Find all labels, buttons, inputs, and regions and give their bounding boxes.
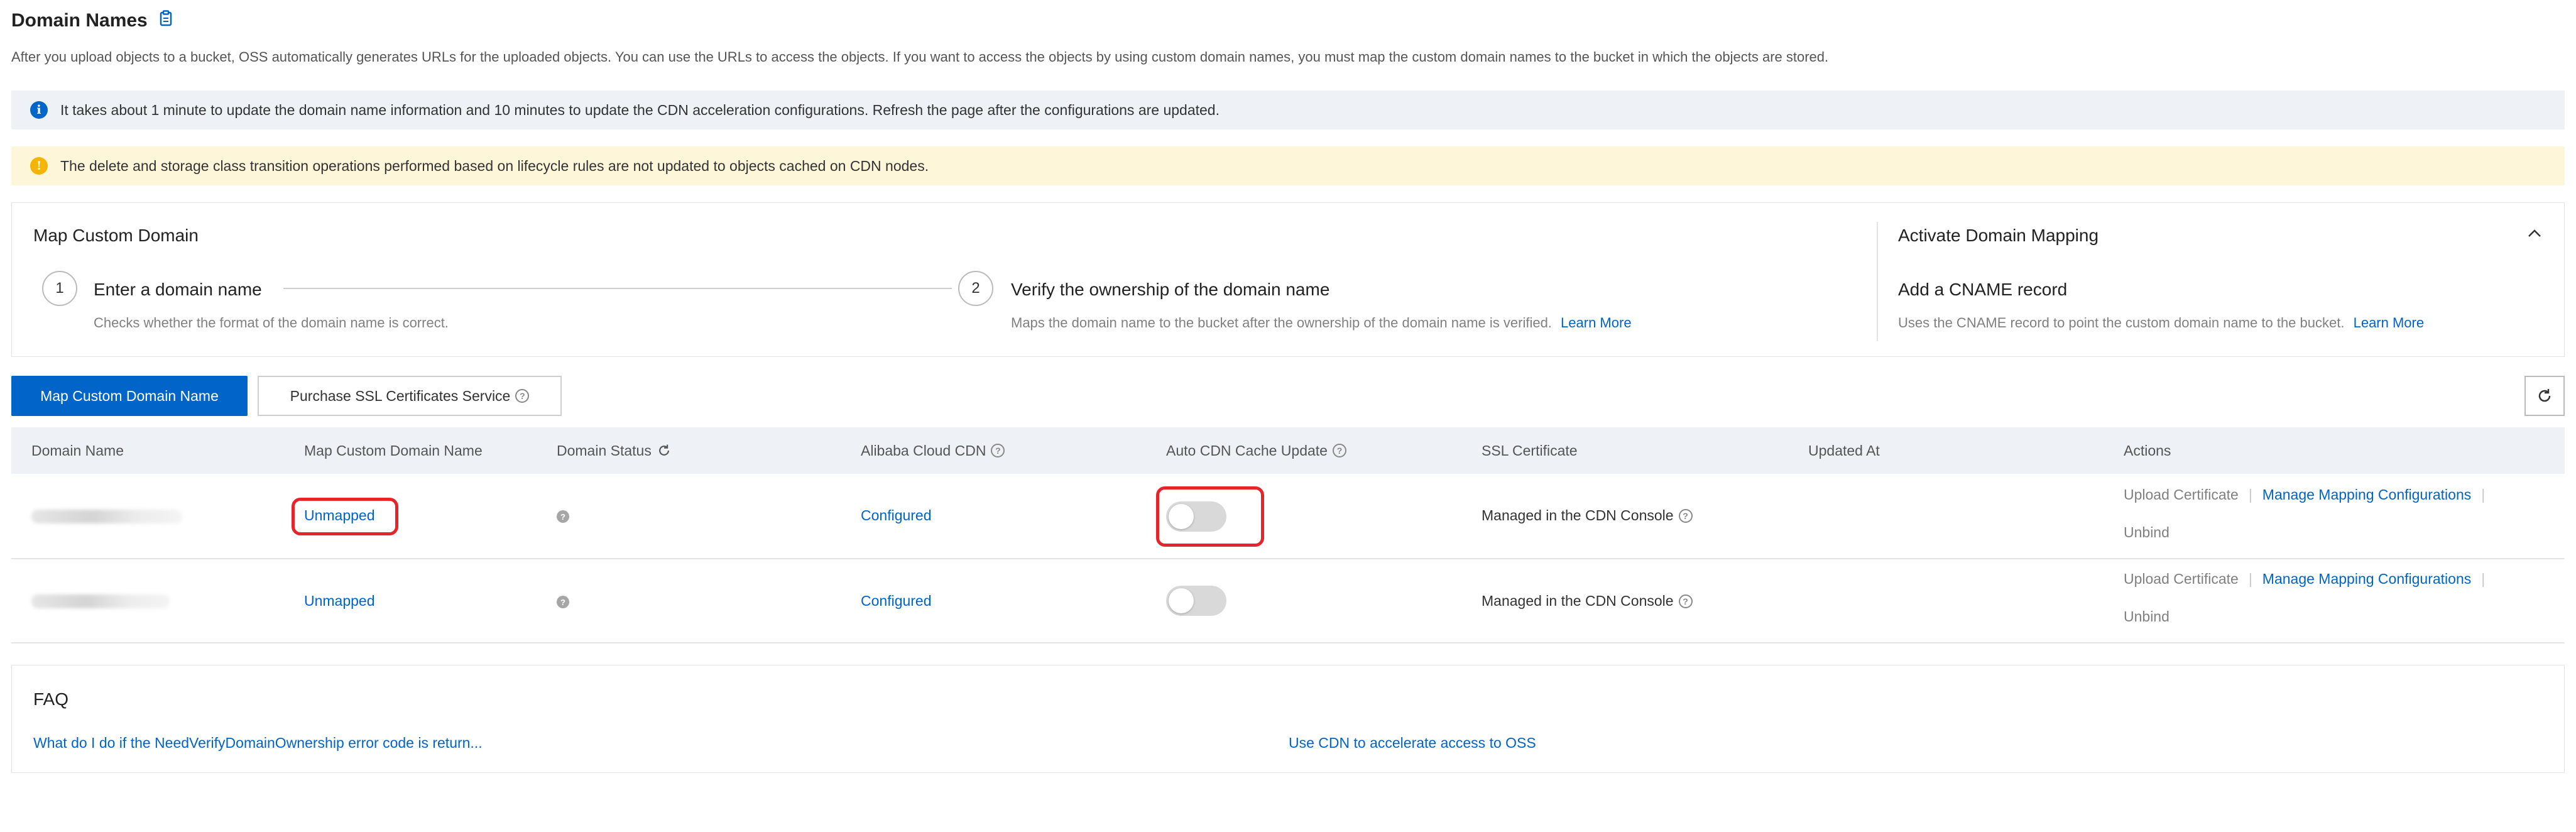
unbind-action[interactable]: Unbind (2124, 608, 2169, 625)
domain-name-cell (31, 510, 182, 523)
map-panel-title: Map Custom Domain (33, 226, 199, 245)
activate-step-title: Add a CNAME record (1898, 280, 2068, 299)
step-connector (283, 288, 952, 289)
faq-link[interactable]: Use CDN to accelerate access to OSS (1289, 735, 1536, 752)
toggle-switch[interactable] (1166, 501, 1226, 532)
page-title-text: Domain Names (11, 10, 148, 31)
toggle-knob (1169, 588, 1194, 613)
help-icon[interactable]: ? (991, 444, 1005, 457)
redacted-domain-name (31, 594, 170, 608)
col-alibaba-cdn-label: Alibaba Cloud CDN (861, 442, 986, 459)
manage-mapping-action[interactable]: Manage Mapping Configurations (2262, 486, 2471, 503)
step-2-title: Verify the ownership of the domain name (1011, 280, 1330, 299)
status-icon[interactable]: ? (557, 596, 569, 608)
copy-icon[interactable] (159, 10, 173, 31)
actions-cell: Upload Certificate | Manage Mapping Conf… (2124, 486, 2485, 503)
purchase-ssl-button[interactable]: Purchase SSL Certificates Service ? (258, 376, 562, 416)
step-1-desc: Checks whether the format of the domain … (94, 315, 449, 331)
map-custom-domain-panel: Map Custom Domain 1 Enter a domain name … (11, 202, 2565, 357)
auto-cdn-toggle[interactable] (1166, 501, 1226, 532)
faq-link[interactable]: What do I do if the NeedVerifyDomainOwne… (33, 735, 483, 752)
step-2-learn-more-link[interactable]: Learn More (1561, 315, 1632, 331)
chevron-up-icon[interactable] (2526, 226, 2543, 245)
info-notice-text: It takes about 1 minute to update the do… (60, 101, 1220, 118)
help-icon[interactable]: ? (1678, 594, 1693, 608)
redacted-domain-name (31, 510, 182, 523)
unbind-action[interactable]: Unbind (2124, 524, 2169, 541)
col-domain-status-label: Domain Status (557, 442, 652, 459)
warning-notice: ! The delete and storage class transitio… (11, 146, 2565, 185)
panel-divider (1877, 222, 1878, 341)
info-icon: i (30, 101, 48, 119)
step-2-desc-row: Maps the domain name to the bucket after… (1011, 315, 1632, 331)
col-actions: Actions (2124, 442, 2171, 459)
col-alibaba-cdn: Alibaba Cloud CDN ? (861, 427, 1005, 474)
page-description: After you upload objects to a bucket, OS… (11, 49, 1829, 65)
col-auto-cdn-label: Auto CDN Cache Update (1166, 442, 1328, 459)
action-separator: | (2481, 571, 2486, 587)
refresh-button[interactable] (2524, 376, 2565, 416)
ssl-status: Managed in the CDN Console (1482, 507, 1674, 523)
upload-certificate-action[interactable]: Upload Certificate (2124, 571, 2239, 588)
activate-learn-more-link[interactable]: Learn More (2354, 315, 2425, 331)
col-map-custom-domain: Map Custom Domain Name (304, 442, 483, 459)
status-icon[interactable]: ? (557, 510, 569, 523)
ssl-status: Managed in the CDN Console (1482, 593, 1674, 609)
col-domain-status: Domain Status (557, 427, 672, 474)
domain-name-cell (31, 594, 170, 608)
toggle-switch[interactable] (1166, 586, 1226, 616)
info-notice: i It takes about 1 minute to update the … (11, 90, 2565, 129)
auto-cdn-toggle[interactable] (1166, 586, 1226, 616)
cdn-configured-link[interactable]: Configured (861, 507, 932, 524)
col-updated-at: Updated At (1808, 442, 1880, 459)
action-separator: | (2481, 486, 2486, 503)
refresh-icon[interactable] (657, 443, 672, 458)
activate-desc: Uses the CNAME record to point the custo… (1898, 315, 2345, 331)
upload-certificate-action[interactable]: Upload Certificate (2124, 486, 2239, 503)
unmapped-link[interactable]: Unmapped (304, 507, 375, 524)
faq-panel: FAQ What do I do if the NeedVerifyDomain… (11, 665, 2565, 773)
refresh-icon (2538, 389, 2551, 402)
purchase-ssl-label: Purchase SSL Certificates Service (290, 387, 511, 404)
ssl-cell: Managed in the CDN Console ? (1482, 593, 1693, 610)
step-2-circle: 2 (958, 271, 993, 306)
manage-mapping-action[interactable]: Manage Mapping Configurations (2262, 571, 2471, 588)
table-row: Unmapped ? Configured Managed in the CDN… (11, 559, 2565, 643)
domain-status-cell: ? (557, 596, 569, 608)
col-domain-name: Domain Name (31, 442, 124, 459)
help-icon[interactable]: ? (1332, 444, 1346, 457)
col-ssl: SSL Certificate (1482, 442, 1578, 459)
step-2-desc: Maps the domain name to the bucket after… (1011, 315, 1552, 331)
help-icon[interactable]: ? (1678, 508, 1693, 523)
warning-notice-text: The delete and storage class transition … (60, 157, 929, 174)
warning-icon: ! (30, 157, 48, 175)
action-separator: | (2248, 571, 2252, 587)
activate-desc-row: Uses the CNAME record to point the custo… (1898, 315, 2424, 331)
col-auto-cdn: Auto CDN Cache Update ? (1166, 427, 1346, 474)
ssl-cell: Managed in the CDN Console ? (1482, 507, 1693, 524)
unmapped-link[interactable]: Unmapped (304, 593, 375, 610)
table-header: Domain Name Map Custom Domain Name Domai… (11, 427, 2565, 474)
table-row: Unmapped ? Configured Managed in the CDN… (11, 474, 2565, 559)
actions-cell: Upload Certificate | Manage Mapping Conf… (2124, 571, 2485, 588)
faq-title: FAQ (33, 689, 69, 709)
action-separator: | (2248, 486, 2252, 503)
cdn-configured-link[interactable]: Configured (861, 593, 932, 610)
domain-status-cell: ? (557, 510, 569, 523)
help-icon: ? (515, 389, 530, 403)
toggle-knob (1169, 504, 1194, 529)
step-1-circle: 1 (42, 271, 77, 306)
step-1-title: Enter a domain name (94, 280, 262, 299)
map-custom-domain-button[interactable]: Map Custom Domain Name (11, 376, 248, 416)
activate-panel-title: Activate Domain Mapping (1898, 226, 2099, 245)
page-title: Domain Names (11, 10, 173, 31)
